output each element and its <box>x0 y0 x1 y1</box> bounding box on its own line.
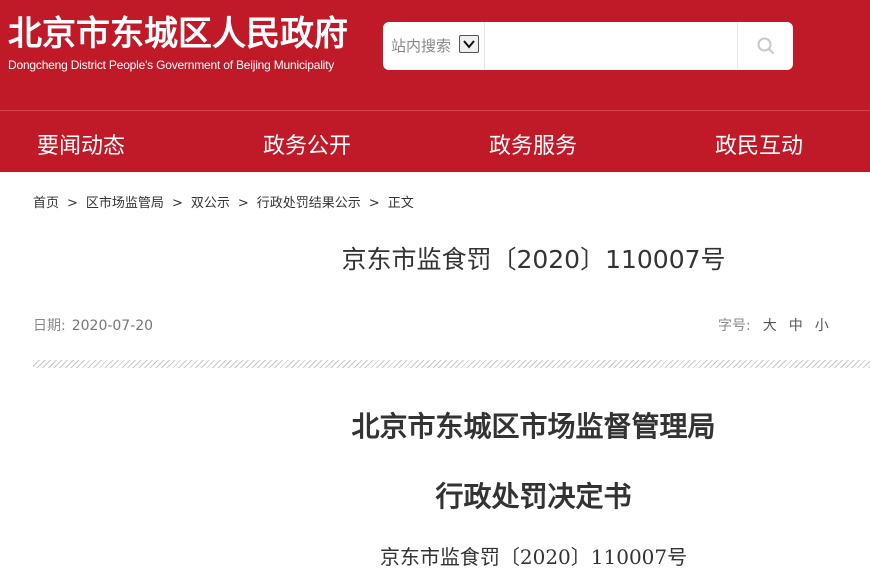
breadcrumb-current: 正文 <box>387 196 414 211</box>
font-size-medium[interactable]: 中 <box>789 318 803 334</box>
chevron-down-icon <box>463 40 475 49</box>
search-input[interactable] <box>487 26 737 68</box>
document-issuer-heading: 北京市东城区市场监督管理局 <box>351 410 716 443</box>
font-size-small[interactable]: 小 <box>815 318 829 334</box>
breadcrumb-separator: > <box>368 196 380 211</box>
nav-item-government-affairs[interactable]: 政务公开 <box>263 128 351 160</box>
font-size-switcher: 字号: 大中小 <box>718 315 829 335</box>
search-scope-select[interactable] <box>459 35 479 53</box>
date-label: 日期: <box>33 318 66 334</box>
article-title: 京东市监食罚〔2020〕110007号 <box>341 245 726 274</box>
font-size-large[interactable]: 大 <box>763 318 777 334</box>
document-type-heading: 行政处罚决定书 <box>435 480 632 513</box>
search-divider <box>484 22 485 70</box>
breadcrumb-double-publicity[interactable]: 双公示 <box>191 196 230 211</box>
site-subtitle: Dongcheng District People's Government o… <box>8 58 335 72</box>
breadcrumb-separator: > <box>171 196 183 211</box>
main-nav: 要闻动态 政务公开 政务服务 政民互动 <box>0 111 870 172</box>
nav-item-news[interactable]: 要闻动态 <box>37 128 125 160</box>
document-number: 京东市监食罚〔2020〕110007号 <box>379 545 688 569</box>
breadcrumb-market-bureau[interactable]: 区市场监管局 <box>86 196 164 211</box>
breadcrumb-home[interactable]: 首页 <box>33 196 59 211</box>
breadcrumb-separator: > <box>67 196 78 211</box>
search-scope-label: 站内搜索 <box>391 37 452 55</box>
breadcrumb-separator: > <box>237 196 249 211</box>
nav-item-government-services[interactable]: 政务服务 <box>489 128 577 160</box>
site-title[interactable]: 北京市东城区人民政府 <box>8 14 348 54</box>
breadcrumb-penalty-results[interactable]: 行政处罚结果公示 <box>257 196 361 211</box>
breadcrumb: 首页 > 区市场监管局 > 双公示 > 行政处罚结果公示 > 正文 <box>33 192 414 211</box>
nav-item-interaction[interactable]: 政民互动 <box>715 128 803 160</box>
font-size-label: 字号: <box>718 318 751 334</box>
search-box: 站内搜索 <box>383 22 793 70</box>
date-value: 2020-07-20 <box>71 318 154 334</box>
article-date: 日期: 2020-07-20 <box>33 315 153 335</box>
search-icon <box>757 37 775 55</box>
hatched-divider <box>33 360 870 368</box>
site-header: 北京市东城区人民政府 Dongcheng District People's G… <box>0 0 870 172</box>
search-button[interactable] <box>738 22 793 70</box>
